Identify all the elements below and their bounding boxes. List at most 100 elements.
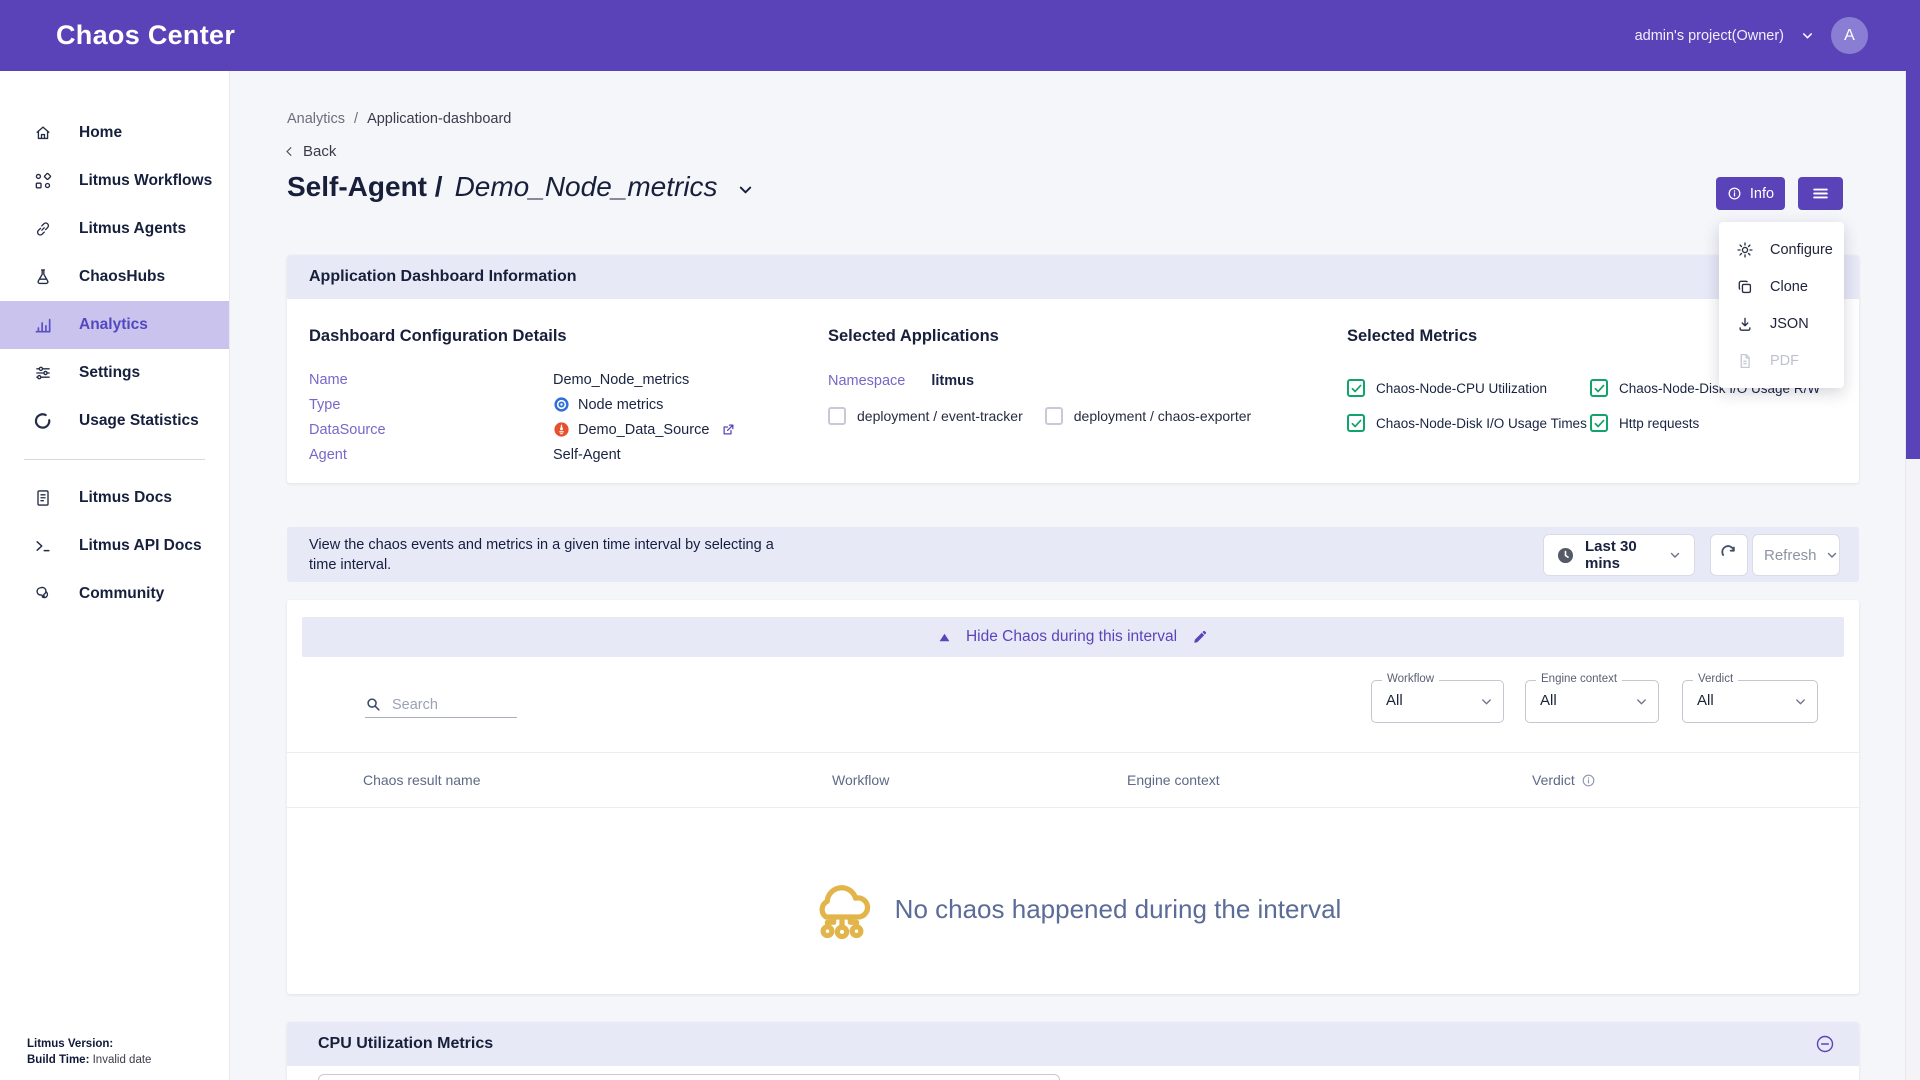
hide-chaos-toggle-bar: Hide Chaos during this interval [302,617,1844,657]
application-option: deployment / chaos-exporter [1045,407,1251,425]
build-time-label: Build Time: [27,1054,89,1066]
breadcrumb-analytics[interactable]: Analytics [287,111,345,127]
sidebar-item-label: Litmus Agents [79,220,186,238]
engine-context-filter-select[interactable]: Engine context All [1525,680,1659,723]
info-label: Info [1750,186,1774,202]
time-range-value: Last 30 mins [1585,538,1658,572]
config-row-datasource: DataSource Demo_Data_Source [309,417,736,442]
sidebar-item-label: Home [79,124,122,142]
menu-item-label: PDF [1770,353,1799,369]
search-field [365,692,517,718]
config-row-type: Type Node metrics [309,392,736,417]
checkbox-checked[interactable] [1590,379,1608,397]
menu-item-json[interactable]: JSON [1719,305,1844,342]
back-button[interactable]: Back [283,143,336,160]
scrollbar-thumb[interactable] [1906,71,1920,459]
clock-icon [1556,546,1575,565]
namespace-value: litmus [931,373,974,389]
node-metrics-icon [553,396,570,413]
empty-state: No chaos happened during the interval [287,862,1859,956]
search-icon [365,696,382,713]
sidebar: Home Litmus Workflows Litmus Agents Chao… [0,71,230,1080]
config-row-agent: Agent Self-Agent [309,442,736,467]
sidebar-divider [24,459,205,460]
checkbox-checked[interactable] [1347,414,1365,432]
usage-circle-icon [33,411,53,431]
sidebar-item-litmus-api-docs[interactable]: Litmus API Docs [0,522,229,570]
refresh-interval-select[interactable]: Refresh [1752,534,1840,576]
sidebar-item-community[interactable]: Community [0,570,229,618]
chevron-down-icon[interactable] [1800,28,1815,43]
info-circle-icon[interactable] [1581,773,1596,788]
agent-name: Self-Agent / [287,171,443,203]
sidebar-item-label: Litmus Docs [79,489,172,507]
empty-message: No chaos happened during the interval [895,894,1342,925]
file-icon [1736,352,1754,370]
card-header: Application Dashboard Information [287,255,1859,299]
project-selector[interactable]: admin's project(Owner) [1635,28,1784,44]
breadcrumb: Analytics / Application-dashboard [287,111,511,127]
collapse-minus-icon[interactable] [1815,1034,1835,1054]
sidebar-item-label: Litmus API Docs [79,537,202,555]
checkbox-checked[interactable] [1347,379,1365,397]
chevron-down-icon [1668,548,1682,562]
menu-item-clone[interactable]: Clone [1719,268,1844,305]
namespace-label: Namespace [828,373,905,389]
document-icon [33,488,53,508]
menu-item-label: JSON [1770,316,1809,332]
external-link-icon[interactable] [721,422,736,437]
sidebar-item-label: Analytics [79,316,148,334]
metric-option: Chaos-Node-CPU Utilization [1347,379,1590,397]
menu-item-configure[interactable]: Configure [1719,231,1844,268]
sidebar-item-home[interactable]: Home [0,109,229,157]
dashboard-menu-button[interactable] [1798,177,1843,210]
clone-icon [1736,278,1754,296]
flask-icon [33,267,53,287]
app-title: Chaos Center [56,0,235,71]
sidebar-item-chaoshubs[interactable]: ChaosHubs [0,253,229,301]
dashboard-menu-dropdown: Configure Clone JSON PDF [1719,222,1844,388]
column-header-chaos-result-name: Chaos result name [363,772,481,788]
build-time-value: Invalid date [93,1054,152,1066]
section-title: Selected Metrics [1347,327,1477,346]
chevron-down-icon [1479,694,1494,709]
workflow-filter-select[interactable]: Workflow All [1371,680,1504,723]
sidebar-item-litmus-docs[interactable]: Litmus Docs [0,474,229,522]
chevron-down-icon [1793,694,1808,709]
cpu-section-title: CPU Utilization Metrics [318,1035,493,1053]
edit-pencil-icon[interactable] [1192,629,1208,645]
sidebar-item-litmus-workflows[interactable]: Litmus Workflows [0,157,229,205]
column-header-engine-context: Engine context [1127,772,1220,788]
refresh-now-button[interactable] [1710,534,1748,576]
config-row-name: Name Demo_Node_metrics [309,367,736,392]
title-chevron-down-icon[interactable] [736,180,755,199]
checkbox-unchecked[interactable] [1045,407,1063,425]
interval-description: View the chaos events and metrics in a g… [309,535,779,575]
sidebar-item-litmus-agents[interactable]: Litmus Agents [0,205,229,253]
verdict-filter-select[interactable]: Verdict All [1682,680,1818,723]
download-icon [1736,315,1754,333]
application-dashboard-information-card: Application Dashboard Information Dashbo… [287,255,1859,483]
sidebar-item-usage-statistics[interactable]: Usage Statistics [0,397,229,445]
prometheus-icon [553,421,570,438]
sidebar-item-analytics[interactable]: Analytics [0,301,229,349]
checkbox-unchecked[interactable] [828,407,846,425]
sidebar-item-settings[interactable]: Settings [0,349,229,397]
collapse-triangle-icon[interactable] [938,632,951,643]
search-input[interactable] [392,697,502,713]
column-header-verdict: Verdict [1532,772,1596,788]
avatar[interactable]: A [1831,17,1868,54]
chevron-left-icon [283,145,296,158]
hide-chaos-toggle-label[interactable]: Hide Chaos during this interval [966,628,1177,646]
info-button[interactable]: Info [1716,177,1785,210]
checkbox-checked[interactable] [1590,414,1608,432]
sliders-icon [33,363,53,383]
sidebar-item-label: Settings [79,364,140,382]
time-range-select[interactable]: Last 30 mins [1543,534,1695,576]
version-label: Litmus Version: [27,1038,113,1050]
workflows-icon [33,171,53,191]
info-icon [1727,186,1742,201]
section-title: Selected Applications [828,327,999,346]
hamburger-icon [1811,184,1830,203]
chart-placeholder-box [318,1074,1060,1080]
